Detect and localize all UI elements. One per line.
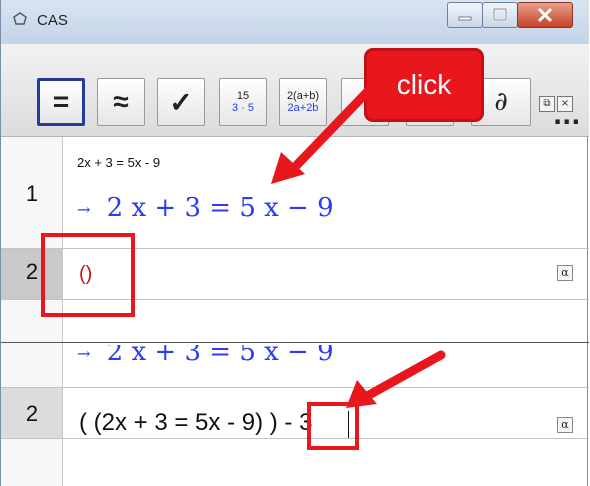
window-title: CAS — [37, 12, 68, 29]
row1-input[interactable]: 2x + 3 = 5x - 9 — [77, 155, 160, 170]
row-number-1: 1 — [25, 181, 39, 206]
equals-icon: = — [52, 86, 70, 117]
maximize-icon — [492, 7, 508, 22]
expand-icon: 2(a+b) 2a+2b — [287, 90, 319, 114]
numeric-button[interactable]: ≈ — [97, 78, 145, 126]
row-number-2-lower: 2 — [25, 401, 39, 426]
screenshot-divider — [1, 342, 589, 343]
row2-input-prefix: ( (2x + 3 = 5x - 9) ) — [79, 409, 278, 436]
factor-icon: 15 3 · 5 — [232, 90, 254, 114]
keep-input-button[interactable]: ✓ — [157, 78, 205, 126]
expand-button[interactable]: 2(a+b) 2a+2b — [279, 78, 327, 126]
alpha-keyboard-button[interactable]: α — [557, 265, 573, 281]
row-separator — [1, 387, 589, 388]
undock-icon: ⧉ — [543, 98, 551, 109]
click-callout-label: click — [396, 69, 452, 100]
result-arrow-icon: → — [77, 199, 91, 219]
row1-output: → 2 x + 3 = 5 x − 9 — [77, 193, 334, 223]
minimize-button[interactable] — [447, 2, 483, 28]
more-tools-button[interactable]: ... — [553, 102, 580, 130]
cas-window: CAS ⧉ × = ≈ ✓ 15 3 · 5 2(a+b) 2a+2b ∂ ..… — [0, 0, 589, 486]
click-callout: click — [364, 48, 484, 122]
close-icon — [537, 7, 553, 23]
cas-toolbar: ⧉ × = ≈ ✓ 15 3 · 5 2(a+b) 2a+2b ∂ ... — [1, 44, 589, 137]
highlight-box-parentheses — [41, 233, 135, 317]
approx-icon: ≈ — [113, 86, 129, 117]
close-button[interactable] — [517, 2, 573, 28]
expand-icon-bottom: 2a+2b — [287, 102, 319, 114]
alpha-keyboard-button[interactable]: α — [557, 417, 573, 433]
maximize-button[interactable] — [482, 2, 518, 28]
row1-output-text: 2 x + 3 = 5 x − 9 — [106, 193, 334, 223]
title-bar: CAS — [1, 0, 589, 44]
expand-icon-top: 2(a+b) — [286, 90, 320, 102]
checkmark-icon: ✓ — [169, 86, 193, 118]
result-arrow-icon: → — [77, 343, 91, 363]
row-separator — [1, 438, 589, 439]
factor-button[interactable]: 15 3 · 5 — [219, 78, 267, 126]
factor-icon-bottom: 3 · 5 — [231, 102, 254, 114]
minimize-icon — [458, 16, 472, 21]
highlight-box-minus-three — [307, 402, 359, 450]
partial-derivative-icon: ∂ — [494, 87, 508, 117]
row2-input-edited[interactable]: ( (2x + 3 = 5x - 9) ) - 3 — [79, 409, 312, 437]
cas-app-icon — [13, 12, 27, 25]
factor-icon-top: 15 — [236, 90, 250, 102]
evaluate-button[interactable]: = — [37, 78, 85, 126]
